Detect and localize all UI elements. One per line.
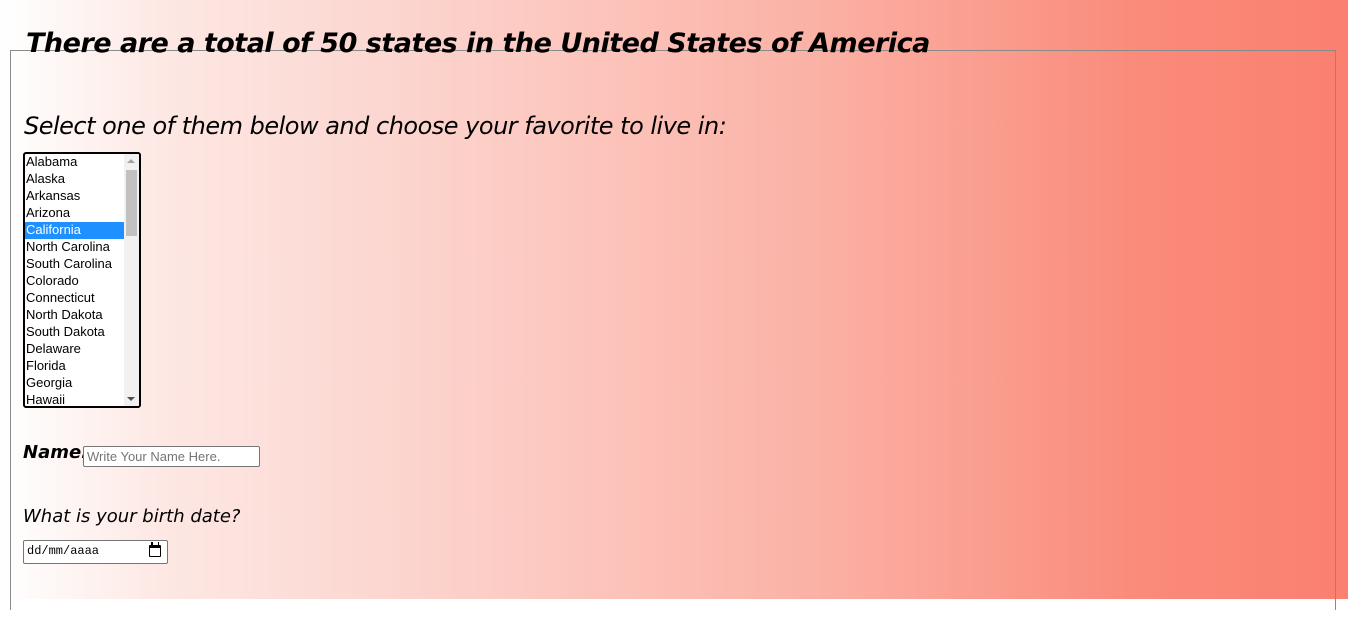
state-option[interactable]: North Dakota bbox=[25, 307, 125, 324]
name-input[interactable] bbox=[83, 446, 260, 467]
state-option[interactable]: South Dakota bbox=[25, 324, 125, 341]
birth-date-input[interactable]: dd/mm/aaaa bbox=[23, 540, 168, 564]
state-option[interactable]: Arizona bbox=[25, 205, 125, 222]
state-option[interactable]: Colorado bbox=[25, 273, 125, 290]
state-option[interactable]: Florida bbox=[25, 358, 125, 375]
state-listbox[interactable]: Alabama Alaska Arkansas Arizona California No… bbox=[23, 152, 141, 408]
name-label: Name: bbox=[23, 442, 89, 463]
listbox-scrollbar[interactable] bbox=[124, 154, 139, 406]
state-option[interactable]: Arkansas bbox=[25, 188, 125, 205]
birth-date-label: What is your birth date? bbox=[23, 506, 241, 527]
state-option[interactable]: Connecticut bbox=[25, 290, 125, 307]
calendar-icon[interactable] bbox=[149, 542, 161, 557]
state-options: Alabama Alaska Arkansas Arizona California No… bbox=[25, 154, 125, 406]
state-option[interactable]: Alabama bbox=[25, 154, 125, 171]
state-option[interactable]: Alaska bbox=[25, 171, 125, 188]
state-option[interactable]: Delaware bbox=[25, 341, 125, 358]
state-option[interactable]: North Carolina bbox=[25, 239, 125, 256]
state-option[interactable]: California bbox=[25, 222, 125, 239]
state-option[interactable]: Hawaii bbox=[25, 392, 125, 406]
state-option[interactable]: South Carolina bbox=[25, 256, 125, 273]
state-select-prompt: Select one of them below and choose your… bbox=[24, 112, 727, 140]
scroll-up-arrow-icon[interactable] bbox=[127, 159, 135, 163]
scroll-down-arrow-icon[interactable] bbox=[127, 397, 135, 401]
scroll-thumb[interactable] bbox=[126, 170, 137, 236]
date-placeholder: dd/mm/aaaa bbox=[27, 544, 100, 558]
state-option[interactable]: Georgia bbox=[25, 375, 125, 392]
fieldset-legend: There are a total of 50 states in the Un… bbox=[26, 28, 930, 59]
